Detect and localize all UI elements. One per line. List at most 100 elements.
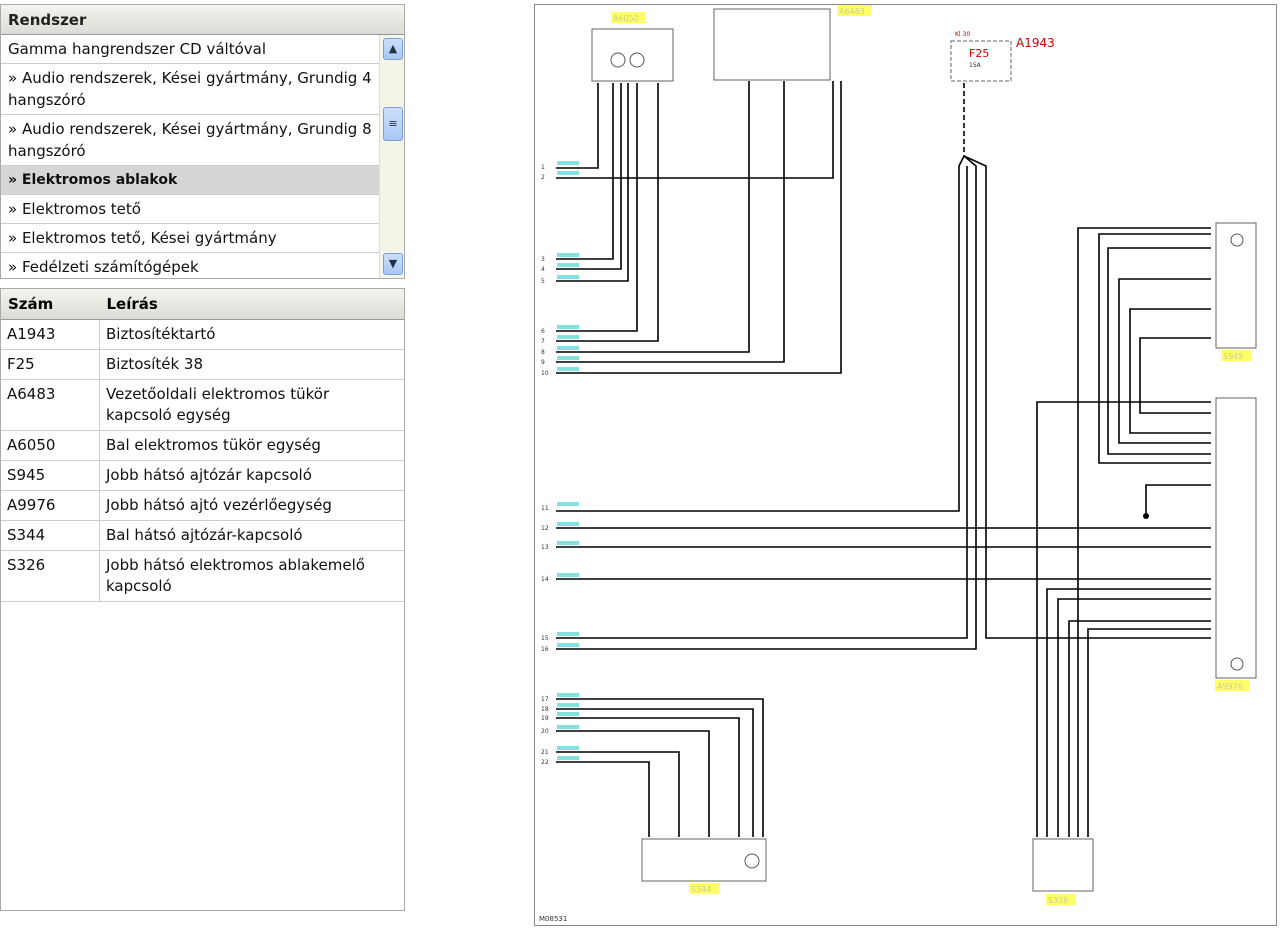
wiring-diagram-svg: A6050 A6483 A1943 F25 15A Kl 30 S945 A9976 S344 S… — [539, 5, 1257, 923]
table-row[interactable]: A9976 Jobb hátsó ajtó vezérlőegység — [1, 490, 404, 521]
system-list-item[interactable]: » Elektromos ablakok — [1, 166, 381, 195]
connector-pin-number: 22 — [541, 759, 549, 766]
component-number: S344 — [1, 520, 100, 551]
connector-pin-number: 16 — [541, 646, 549, 653]
scroll-up-icon[interactable]: ▲ — [383, 38, 403, 60]
system-list-item[interactable]: » Audio rendszerek, Kései gyártmány, Gru… — [1, 64, 381, 115]
component-description: Jobb hátsó ajtózár kapcsoló — [99, 460, 404, 491]
wire — [556, 698, 764, 837]
scroll-thumb[interactable]: ≡ — [383, 107, 403, 141]
system-list-item[interactable]: » Elektromos tető — [1, 195, 381, 224]
wire — [1145, 484, 1211, 516]
wire-color-label — [557, 632, 579, 636]
wire-color-label — [557, 335, 579, 339]
wire-color-label — [557, 703, 579, 707]
wire — [1068, 620, 1211, 837]
connector-pin-number: 7 — [541, 338, 545, 345]
label-a6050: A6050 — [613, 14, 639, 23]
component-number: A6050 — [1, 430, 100, 461]
wire — [556, 83, 599, 169]
wire — [556, 83, 659, 342]
wire — [1098, 233, 1211, 464]
connector-pin-number: 11 — [541, 505, 549, 512]
table-row[interactable]: A6483 Vezetőoldali elektromos tükör kapcs… — [1, 379, 404, 431]
system-list-header: Rendszer — [1, 5, 404, 35]
scrollbar[interactable]: ▲ ≡ ▼ — [379, 35, 404, 278]
wire — [1087, 628, 1211, 837]
label-a1943: A1943 — [1016, 36, 1055, 50]
wire-color-label — [557, 522, 579, 526]
component-number: A9976 — [1, 490, 100, 521]
motor-icon — [1230, 657, 1244, 671]
wire — [1057, 598, 1211, 837]
wire — [1046, 588, 1211, 837]
system-list-item[interactable]: » Fedélzeti számítógépek — [1, 253, 381, 278]
system-list-panel: Rendszer Gamma hangrendszer CD váltóval»… — [0, 4, 405, 279]
table-row[interactable]: S344 Bal hátsó ajtózár-kapcsoló — [1, 520, 404, 551]
system-list-item[interactable]: » Elektromos tető, Kései gyártmány — [1, 224, 381, 253]
table-row[interactable]: A6050 Bal elektromos tükör egység — [1, 430, 404, 461]
ground-point — [1143, 513, 1149, 519]
component-number: A6483 — [1, 379, 100, 431]
connector-pin-number: 5 — [541, 278, 545, 285]
component-description: Bal elektromos tükör egység — [99, 430, 404, 461]
wire-color-label — [557, 725, 579, 729]
wire-color-label — [557, 275, 579, 279]
wire-color-label — [557, 263, 579, 267]
wire — [556, 83, 629, 282]
system-list-item[interactable]: » Audio rendszerek, Kései gyártmány, Gru… — [1, 115, 381, 166]
connector-pin-number: 18 — [541, 706, 549, 713]
wire — [556, 166, 968, 639]
wire — [556, 155, 977, 650]
wire — [556, 83, 638, 332]
label-s326: S326 — [1048, 896, 1068, 905]
component-description: Biztosíték 38 — [99, 349, 404, 380]
label-s945: S945 — [1223, 352, 1243, 361]
component-s326 — [1032, 838, 1094, 892]
system-list-item[interactable]: Gamma hangrendszer CD váltóval — [1, 35, 381, 64]
connector-pin-number: 20 — [541, 728, 549, 735]
column-header-description: Leírás — [99, 289, 404, 320]
motor-icon — [744, 853, 760, 869]
component-a6483 — [713, 8, 831, 81]
connector-pin-number: 17 — [541, 696, 549, 703]
wire — [556, 708, 754, 837]
table-row[interactable]: F25 Biztosíték 38 — [1, 349, 404, 380]
wire-color-label — [557, 253, 579, 257]
table-row[interactable]: A1943 Biztosítéktartó — [1, 319, 404, 350]
wire — [1118, 278, 1211, 444]
label-kl30: Kl 30 — [955, 31, 970, 38]
connector-pin-number: 21 — [541, 749, 549, 756]
connector-pin-number: 19 — [541, 715, 549, 722]
wire-color-label — [557, 502, 579, 506]
connector-pin-number: 4 — [541, 266, 545, 273]
connector-pin-number: 2 — [541, 174, 545, 181]
wire-color-label — [557, 756, 579, 760]
diagram-id: M08531 — [539, 915, 567, 923]
component-description: Vezetőoldali elektromos tükör kapcsoló e… — [99, 379, 404, 431]
wiring-diagram: A6050 A6483 A1943 F25 15A Kl 30 S945 A9976 S344 S… — [534, 4, 1277, 926]
wire-color-label — [557, 541, 579, 545]
wire — [1077, 227, 1211, 837]
table-row[interactable]: S945 Jobb hátsó ajtózár kapcsoló — [1, 460, 404, 491]
wire-color-label — [557, 573, 579, 577]
wire — [556, 81, 750, 353]
component-number: F25 — [1, 349, 100, 380]
wire — [556, 761, 650, 837]
label-a6483: A6483 — [839, 7, 865, 16]
component-a9976 — [1215, 397, 1257, 679]
system-list: Gamma hangrendszer CD váltóval» Audio re… — [1, 35, 381, 278]
wire — [556, 83, 622, 270]
table-row[interactable]: S326 Jobb hátsó elektromos ablakemelő kap… — [1, 550, 404, 602]
component-number: S326 — [1, 550, 100, 602]
connector-pin-number: 9 — [541, 359, 545, 366]
wire-color-label — [557, 712, 579, 716]
component-description: Jobb hátsó ajtó vezérlőegység — [99, 490, 404, 521]
scroll-down-icon[interactable]: ▼ — [383, 253, 403, 275]
wire — [556, 155, 965, 512]
wire — [1036, 401, 1211, 837]
label-fuse-rating: 15A — [969, 62, 982, 69]
label-s344: S344 — [691, 885, 711, 894]
component-number: S945 — [1, 460, 100, 491]
wire-color-label — [557, 693, 579, 697]
